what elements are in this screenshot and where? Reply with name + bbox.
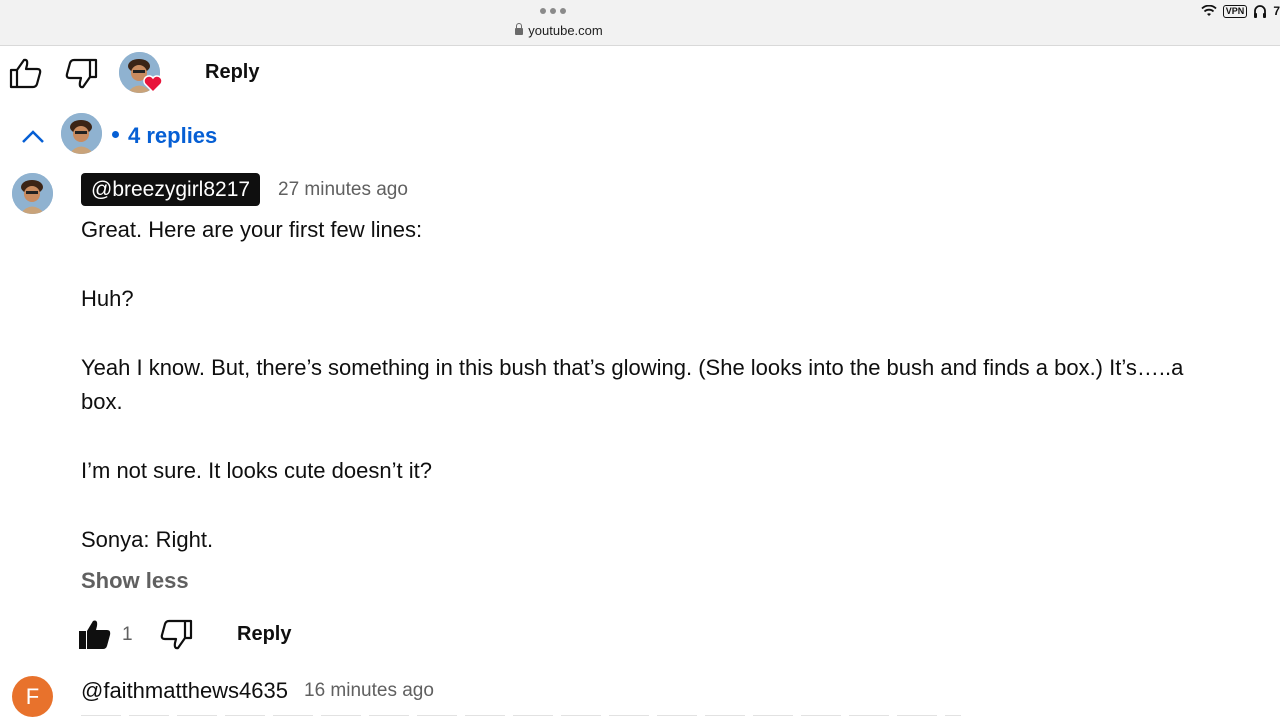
character-avatar-icon — [61, 113, 102, 154]
like-count: 1 — [122, 624, 133, 645]
lock-icon — [515, 23, 524, 35]
dislike-icon[interactable] — [64, 58, 98, 90]
next-author-handle[interactable]: @faithmatthews4635 — [81, 678, 288, 704]
reply-author-avatar[interactable] — [12, 173, 53, 214]
reply-button[interactable]: Reply — [237, 623, 291, 646]
next-reply-text-cutoff — [81, 712, 961, 716]
comment-line-1: Great. Here are your first few lines: — [81, 217, 423, 242]
next-author-avatar[interactable]: F — [12, 676, 53, 717]
next-reply-timestamp[interactable]: 16 minutes ago — [304, 680, 434, 702]
like-filled-icon[interactable] — [78, 618, 112, 650]
replies-toggle[interactable]: 4 replies — [128, 123, 217, 149]
replier-avatar-small — [61, 113, 102, 154]
headphones-icon — [1254, 4, 1267, 18]
show-less-button[interactable]: Show less — [81, 568, 189, 594]
status-icons: VPN 7 — [1201, 4, 1280, 18]
battery-text: 7 — [1273, 4, 1280, 18]
wifi-icon — [1201, 5, 1217, 16]
character-avatar-icon — [12, 173, 53, 214]
dislike-icon[interactable] — [159, 619, 193, 651]
reply-author-handle[interactable]: @breezygirl8217 — [81, 173, 261, 206]
comment-line-4: box. — [81, 389, 123, 414]
comment-line-5: I’m not sure. It looks cute doesn’t it? — [81, 458, 432, 483]
comment-line-2: Huh? — [81, 286, 134, 311]
parent-reply-button[interactable]: Reply — [205, 61, 259, 84]
comment-line-3: Yeah I know. But, there’s something in t… — [81, 355, 1184, 380]
more-dots-icon[interactable] — [540, 8, 566, 14]
address-bar[interactable]: youtube.com — [0, 23, 1118, 38]
chevron-up-icon[interactable] — [21, 128, 45, 144]
url-text: youtube.com — [528, 23, 603, 38]
heart-icon — [143, 75, 163, 93]
browser-top-bar: youtube.com VPN 7 — [0, 0, 1280, 46]
reply-timestamp[interactable]: 27 minutes ago — [278, 179, 408, 201]
separator-dot — [112, 131, 119, 138]
comment-line-6: Sonya: Right. — [81, 527, 214, 552]
vpn-badge: VPN — [1222, 4, 1248, 18]
like-icon[interactable] — [9, 57, 43, 89]
